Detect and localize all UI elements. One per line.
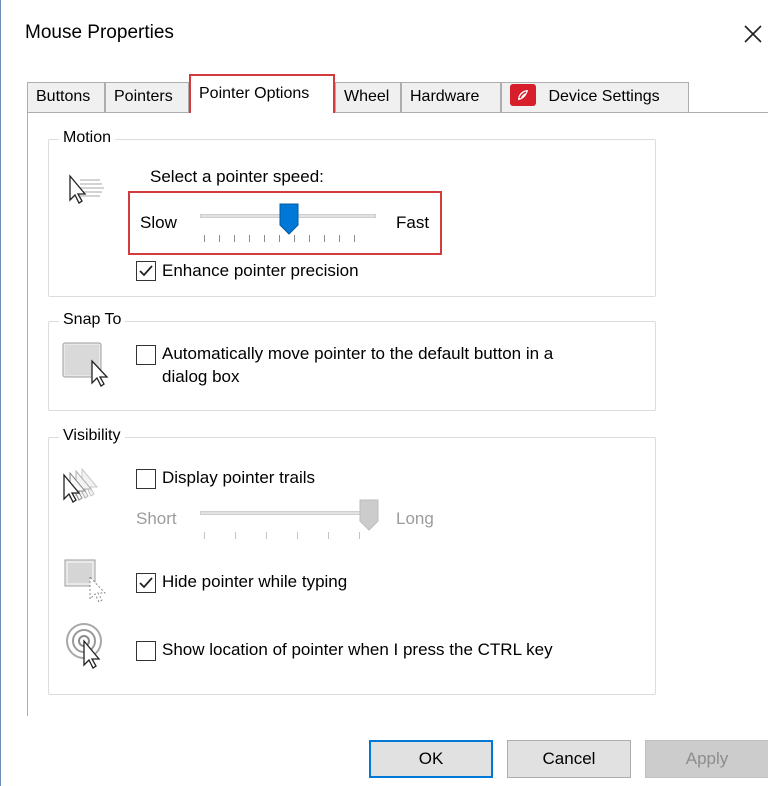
pointer-speed-icon <box>64 171 114 216</box>
tab-label: Device Settings <box>548 88 660 105</box>
cancel-button[interactable]: Cancel <box>507 740 631 778</box>
tab-pointers[interactable]: Pointers <box>105 82 189 112</box>
tab-pointer-options[interactable]: Pointer Options <box>189 74 335 113</box>
tab-label: Pointers <box>114 88 173 105</box>
trail-length-ticks <box>204 532 374 540</box>
tab-label: Buttons <box>36 88 91 105</box>
checkmark-icon <box>139 577 153 589</box>
hide-pointer-icon <box>64 557 112 610</box>
short-label: Short <box>136 509 177 528</box>
tab-label: Wheel <box>344 88 390 105</box>
motion-group-label: Motion <box>59 129 116 147</box>
auto-move-checkbox[interactable] <box>136 345 156 365</box>
apply-button[interactable]: Apply <box>645 740 768 778</box>
fast-label: Fast <box>396 213 430 232</box>
auto-move-label-line1: Automatically move pointer to the defaul… <box>162 344 554 363</box>
tab-wheel[interactable]: Wheel <box>335 82 401 112</box>
show-location-checkbox[interactable] <box>136 641 156 661</box>
show-location-icon <box>64 621 114 674</box>
pointer-trails-icon <box>60 465 112 514</box>
tab-strip: Buttons Pointers Pointer Options Wheel H… <box>27 66 768 113</box>
tab-hardware[interactable]: Hardware <box>401 82 501 112</box>
hide-pointer-label: Hide pointer while typing <box>162 572 348 591</box>
pointer-speed-label: Select a pointer speed: <box>150 167 324 186</box>
tab-buttons[interactable]: Buttons <box>27 82 105 112</box>
snap-to-icon <box>62 339 118 394</box>
close-button[interactable] <box>736 14 768 52</box>
snap-to-group-label: Snap To <box>59 311 126 329</box>
pointer-trails-label: Display pointer trails <box>162 468 316 487</box>
trail-length-track <box>200 511 376 515</box>
visibility-group-label: Visibility <box>59 427 125 445</box>
enhance-precision-checkbox[interactable] <box>136 261 156 281</box>
auto-move-label-line2: dialog box <box>162 367 240 386</box>
long-label: Long <box>396 509 434 528</box>
ok-button[interactable]: OK <box>369 740 493 778</box>
tab-label: Hardware <box>410 88 480 105</box>
snap-to-group: Snap To <box>48 311 656 411</box>
mouse-properties-dialog: Mouse Properties Buttons Pointers Pointe… <box>0 0 768 786</box>
synaptics-red-icon <box>510 83 536 106</box>
tab-page-pointer-options: Motion Select a pointer speed: Slow Fast… <box>27 112 768 716</box>
enhance-precision-label: Enhance pointer precision <box>162 261 359 280</box>
tab-label: Pointer Options <box>199 85 310 102</box>
hide-pointer-checkbox[interactable] <box>136 573 156 593</box>
checkmark-icon <box>139 265 153 277</box>
close-icon <box>744 25 762 43</box>
show-location-label: Show location of pointer when I press th… <box>162 640 553 659</box>
window-title: Mouse Properties <box>25 22 174 43</box>
tab-device-settings[interactable]: Device Settings <box>501 82 689 112</box>
pointer-trails-checkbox[interactable] <box>136 469 156 489</box>
title-bar: Mouse Properties <box>1 0 768 66</box>
slow-label: Slow <box>140 213 177 232</box>
pointer-speed-slider[interactable] <box>279 203 299 240</box>
trail-length-slider[interactable] <box>359 499 379 536</box>
